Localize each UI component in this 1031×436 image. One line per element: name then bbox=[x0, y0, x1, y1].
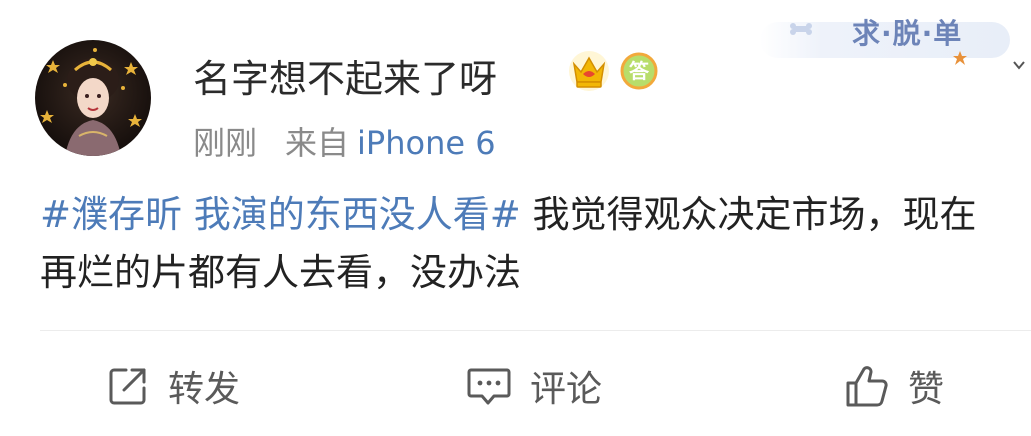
weibo-post-card: 求·脱·单 名字想不起来了呀 答 刚刚 来自 iPhone 6 #濮存昕 我演的… bbox=[0, 0, 1031, 436]
comment-icon bbox=[467, 368, 511, 405]
divider bbox=[40, 330, 1031, 331]
source-device-link[interactable]: iPhone 6 bbox=[357, 124, 496, 162]
answer-badge-text: 答 bbox=[629, 59, 650, 83]
leaf-icon bbox=[953, 51, 967, 65]
hashtag-link[interactable]: #濮存昕 我演的东西没人看# bbox=[40, 193, 521, 236]
like-label: 赞 bbox=[908, 369, 945, 410]
repost-icon bbox=[109, 368, 146, 405]
source-prefix: 来自 bbox=[285, 124, 350, 162]
chevron-down-icon[interactable] bbox=[1012, 58, 1026, 72]
bone-icon bbox=[790, 23, 812, 35]
avatar[interactable] bbox=[35, 40, 151, 156]
corner-badge-text: 求·脱·单 bbox=[852, 17, 963, 50]
avatar-image bbox=[35, 40, 151, 156]
post-content: #濮存昕 我演的东西没人看# 我觉得观众决定市场，现在再烂的片都有人去看，没办法 bbox=[40, 186, 1000, 302]
thumbs-up-icon bbox=[846, 366, 888, 407]
corner-decoration: 求·脱·单 bbox=[760, 0, 1031, 80]
post-meta: 刚刚 来自 iPhone 6 bbox=[193, 118, 496, 164]
like-button[interactable]: 赞 bbox=[844, 362, 944, 410]
action-bar: 转发 评论 赞 bbox=[0, 350, 1031, 422]
post-time: 刚刚 bbox=[193, 124, 258, 162]
repost-label: 转发 bbox=[168, 369, 241, 410]
repost-button[interactable]: 转发 bbox=[106, 362, 240, 410]
crown-badge-icon[interactable] bbox=[568, 50, 610, 92]
comment-label: 评论 bbox=[530, 369, 603, 410]
comment-button[interactable]: 评论 bbox=[466, 362, 602, 410]
username[interactable]: 名字想不起来了呀 bbox=[193, 48, 497, 103]
answer-badge-icon[interactable]: 答 bbox=[620, 52, 658, 90]
